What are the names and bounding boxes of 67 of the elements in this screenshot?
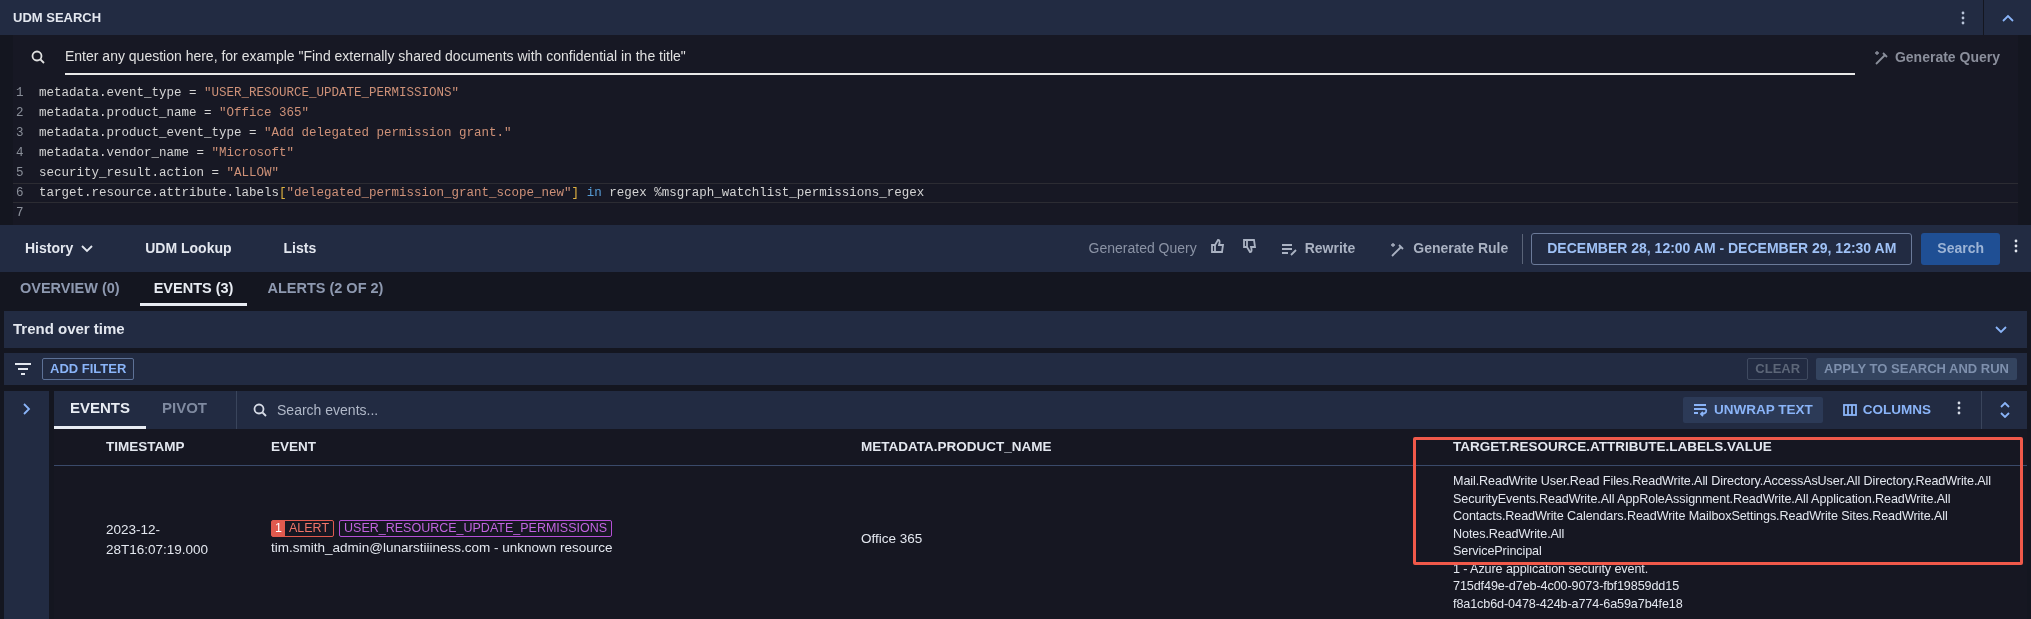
generate-query-button[interactable]: Generate Query <box>1854 46 2018 68</box>
column-header: METADATA.PRODUCT_NAME <box>861 437 1053 456</box>
table-cell-text: SecurityEvents.ReadWrite.All AppRoleAssignment.ReadWrite.All Application.ReadWrite.All <box>1453 490 1952 508</box>
table-cell-text: 715df49e-d7eb-4c00-9073-fbf19859dd15 <box>1453 578 1681 595</box>
results-tab[interactable]: OVERVIEW (0) <box>6 274 134 306</box>
wrap-icon <box>1693 403 1708 417</box>
column-header: TARGET.RESOURCE.ATTRIBUTE.LABELS.VALUE <box>1453 437 1773 456</box>
code-line: metadata.product_name = "Office 365" <box>39 104 310 122</box>
unwrap-text-button[interactable]: UNWRAP TEXT <box>1683 397 1823 423</box>
line-number: 6 <box>15 184 25 202</box>
event-type-tag: USER_RESOURCE_UPDATE_PERMISSIONS <box>339 520 613 538</box>
code-line: security_result.action = "ALLOW" <box>39 164 280 182</box>
trend-title: Trend over time <box>13 319 125 340</box>
table-cell-text: 2023-12-28T16:07:19.000 <box>106 520 210 559</box>
table-cell-text: Notes.ReadWrite.All <box>1453 525 1566 543</box>
results-tab[interactable]: ALERTS (2 OF 2) <box>253 274 398 306</box>
line-number: 4 <box>15 144 25 162</box>
add-filter-button[interactable]: ADD FILTER <box>42 358 135 380</box>
table-cell-text: f8a1cb6d-0478-424b-a774-6a59a7b4fe18 <box>1453 595 1684 613</box>
code-line: metadata.event_type = "USER_RESOURCE_UPDATE_PERMISSIONS" <box>39 84 460 102</box>
search-input[interactable]: Search events... <box>277 399 1683 421</box>
table-cell-text: ServicePrincipal <box>1453 543 1543 560</box>
chevron-down-icon <box>1995 325 2007 334</box>
results-tab[interactable]: EVENTS (3) <box>139 274 248 306</box>
line-number: 5 <box>15 164 25 182</box>
alert-count: 1 <box>272 521 285 537</box>
table-cell-text: Contacts.ReadWrite Calendars.ReadWrite MailboxSettings.ReadWrite Sites.ReadWrite.All <box>1453 508 1949 525</box>
columns-button[interactable]: COLUMNS <box>1832 397 1941 423</box>
thumbs-down-icon <box>1242 239 1257 253</box>
magic-wand-icon <box>1872 49 1889 65</box>
column-header: TIMESTAMP <box>105 437 186 456</box>
more-icon <box>2014 239 2018 253</box>
generate-rule-button[interactable]: Generate Rule <box>1389 238 1509 259</box>
search-icon <box>253 403 268 417</box>
columns-icon <box>1842 403 1857 417</box>
line-number: 2 <box>15 104 25 122</box>
question-field[interactable]: Enter any question here, for example "Find externally shared documents with confidential in the title" <box>65 39 1855 75</box>
line-number: 3 <box>15 124 25 142</box>
generated-query-label: Generated Query <box>1088 239 1197 258</box>
panel-title: UDM SEARCH <box>12 8 102 27</box>
date-range-button[interactable]: DECEMBER 28, 12:00 AM - DECEMBER 29, 12:30 AM <box>1531 232 1913 265</box>
table-cell-text: Office 365 <box>861 530 923 549</box>
search-icon <box>31 50 45 64</box>
table-cell-text: Mail.ReadWrite User.Read Files.ReadWrite.All Directory.AccessAsUser.All Directory.ReadWrite.All <box>1453 473 1992 490</box>
toolbar-link[interactable]: Lists <box>271 238 317 259</box>
toolbar-link[interactable]: History <box>13 238 94 259</box>
toolbar-link[interactable]: UDM Lookup <box>133 238 232 259</box>
column-header: EVENT <box>271 437 317 456</box>
filter-icon <box>14 362 32 376</box>
chevron-right-icon <box>21 403 32 415</box>
expand-icon <box>1998 402 2011 418</box>
line-number: 7 <box>15 204 25 222</box>
table-cell-text: tim.smith_admin@lunarstiiiness.com - unknown resource <box>271 539 614 558</box>
alert-label: ALERT <box>287 521 331 537</box>
magic-wand-icon <box>1389 240 1406 257</box>
code-line: metadata.vendor_name = "Microsoft" <box>39 144 295 162</box>
code-line: target.resource.attribute.labels["delegated_permission_grant_scope_new"] in regex %msgraph_watchlist_permissions_regex <box>39 184 925 202</box>
chevron-up-icon <box>2000 12 2015 23</box>
thumbs-up-icon <box>1210 239 1225 253</box>
more-icon <box>1961 10 1965 25</box>
line-number: 1 <box>15 84 25 102</box>
rewrite-button[interactable]: Rewrite <box>1280 238 1356 259</box>
more-icon <box>1957 401 1961 415</box>
code-line: metadata.product_event_type = "Add delegated permission grant." <box>39 124 512 142</box>
lines-pencil-icon <box>1280 241 1297 256</box>
events-subtab[interactable]: PIVOT <box>146 391 224 429</box>
search-button[interactable]: Search <box>1921 232 2000 265</box>
